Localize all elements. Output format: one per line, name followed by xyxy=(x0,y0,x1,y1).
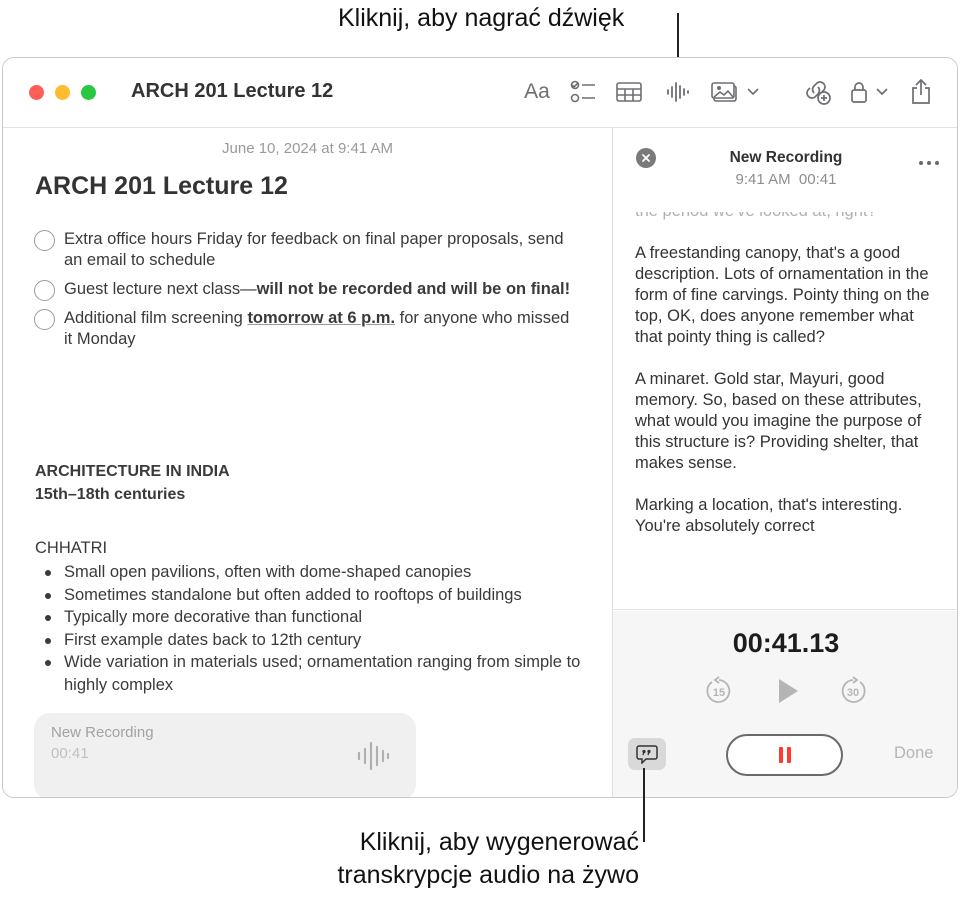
checklist-item: Guest lecture next class—will not be rec… xyxy=(33,279,573,301)
minimize-window-button[interactable] xyxy=(55,85,70,100)
list-item: Wide variation in materials used; orname… xyxy=(35,651,595,696)
window-title: ARCH 201 Lecture 12 xyxy=(131,80,334,102)
live-transcript[interactable]: the period we've looked at, right? A fre… xyxy=(613,212,957,610)
waveform-icon xyxy=(356,739,390,778)
list-item: Sometimes standalone but often added to … xyxy=(35,584,595,607)
callout-record-sound: Kliknij, aby nagrać dźwięk xyxy=(338,4,625,32)
format-text-icon[interactable]: Aa xyxy=(521,78,553,106)
recording-panel: New Recording 9:41 AM 00:41 the period w… xyxy=(613,128,957,797)
transcript-paragraph: A minaret. Gold star, Mayuri, good memor… xyxy=(635,370,922,472)
skip-forward-30-icon[interactable]: 30 xyxy=(838,676,868,711)
toolbar: ARCH 201 Lecture 12 Aa xyxy=(3,58,957,128)
checklist: Extra office hours Friday for feedback o… xyxy=(33,229,573,358)
note-date: June 10, 2024 at 9:41 AM xyxy=(222,140,393,157)
recording-title: New Recording xyxy=(729,149,843,166)
bullet-list: Small open pavilions, often with dome-sh… xyxy=(35,561,595,697)
audio-record-icon[interactable] xyxy=(665,78,691,106)
collaborate-icon[interactable] xyxy=(804,78,832,106)
list-item: Small open pavilions, often with dome-sh… xyxy=(35,561,595,584)
checkbox-circle-icon[interactable] xyxy=(34,230,55,251)
svg-text:30: 30 xyxy=(847,687,859,699)
lock-icon[interactable] xyxy=(849,78,891,106)
skip-back-15-icon[interactable]: 15 xyxy=(704,676,734,711)
subheading: CHHATRI xyxy=(35,539,108,557)
note-editor[interactable]: June 10, 2024 at 9:41 AM ARCH 201 Lectur… xyxy=(3,128,612,797)
note-title: ARCH 201 Lecture 12 xyxy=(35,172,288,200)
transcript-paragraph: Marking a location, that's interesting. … xyxy=(635,496,903,535)
pause-recording-button[interactable] xyxy=(726,734,843,776)
checklist-item: Additional film screening tomorrow at 6 … xyxy=(33,308,573,350)
close-window-button[interactable] xyxy=(29,85,44,100)
media-icon[interactable] xyxy=(711,78,761,106)
checkbox-circle-icon[interactable] xyxy=(34,309,55,330)
table-icon[interactable] xyxy=(615,78,643,106)
recording-subtitle: 9:41 AM 00:41 xyxy=(735,171,837,188)
transcript-paragraph: A freestanding canopy, that's a good des… xyxy=(635,244,930,346)
pause-icon xyxy=(778,747,791,763)
recording-card-title: New Recording xyxy=(51,724,154,741)
recording-card-duration: 00:41 xyxy=(51,745,89,762)
more-options-icon[interactable] xyxy=(918,153,940,171)
callout-leader-bottom xyxy=(643,768,645,842)
list-item: First example dates back to 12th century xyxy=(35,629,595,652)
notes-window: ARCH 201 Lecture 12 Aa June 10, 2024 at … xyxy=(2,57,958,798)
transcript-paragraph: the period we've looked at, right? xyxy=(635,212,945,222)
section-heading: ARCHITECTURE IN INDIA 15th–18th centurie… xyxy=(35,463,230,503)
checklist-icon[interactable] xyxy=(569,78,597,106)
quote-bubble-icon xyxy=(636,745,658,764)
checklist-item: Extra office hours Friday for feedback o… xyxy=(33,229,573,271)
share-icon[interactable] xyxy=(909,78,933,106)
recording-timer: 00:41.13 xyxy=(732,628,840,658)
recording-card[interactable]: New Recording 00:41 xyxy=(34,713,416,797)
live-transcript-button[interactable] xyxy=(628,738,666,770)
zoom-window-button[interactable] xyxy=(81,85,96,100)
list-item: Typically more decorative than functiona… xyxy=(35,606,595,629)
callout-live-transcript: Kliknij, aby wygenerować transkrypcje au… xyxy=(337,828,639,889)
svg-text:15: 15 xyxy=(713,687,725,699)
checkbox-circle-icon[interactable] xyxy=(34,280,55,301)
play-icon[interactable] xyxy=(776,677,800,710)
date-link[interactable]: tomorrow at 6 p.m. xyxy=(247,309,395,327)
recording-controls: 00:41.13 15 30 Done xyxy=(613,611,957,797)
done-button[interactable]: Done xyxy=(894,744,933,763)
